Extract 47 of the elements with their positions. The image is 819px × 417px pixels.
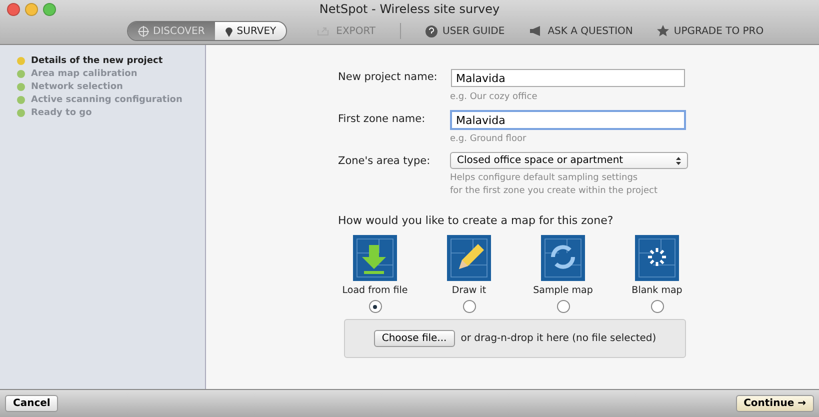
input-field[interactable]: Malavida — [450, 110, 686, 130]
radio-button[interactable] — [556, 300, 570, 313]
updown-icon — [676, 156, 681, 164]
input-field[interactable]: Malavida — [451, 69, 685, 87]
map-question: How would you like to create a map for this zone? — [338, 214, 614, 227]
cancel-button[interactable]: Cancel — [5, 395, 58, 412]
blueprint-load-icon — [353, 235, 397, 281]
pin-icon — [224, 26, 233, 36]
field-hint: e.g. Ground floor — [450, 133, 528, 146]
radio-button[interactable] — [650, 300, 664, 313]
radio-button[interactable] — [462, 300, 476, 313]
help-icon — [424, 24, 438, 38]
area-type-select[interactable]: Closed office space or apartment — [450, 152, 688, 169]
toolbar-button[interactable]: UPGRADE TO PRO — [656, 25, 764, 37]
step-label: Area map calibration — [31, 69, 138, 79]
field-label: First zone name: — [338, 112, 426, 127]
choose-file-button[interactable]: Choose file... — [374, 330, 455, 347]
option-label: Blank map — [632, 285, 682, 296]
step-label: Active scanning configuration — [31, 95, 182, 105]
option-label: Load from file — [342, 285, 408, 296]
step-label: Ready to go — [31, 108, 92, 118]
step-label: Details of the new project — [31, 56, 163, 66]
mode-tab[interactable]: SURVEY — [214, 22, 286, 40]
blueprint-draw-icon — [447, 235, 491, 281]
zoom-button[interactable] — [43, 3, 56, 16]
toolbar-button[interactable]: USER GUIDE — [424, 24, 505, 38]
continue-button[interactable]: Continue → — [736, 395, 814, 412]
window-title: NetSpot - Wireless site survey — [319, 2, 500, 16]
export-icon — [317, 26, 332, 36]
field-hint: Helps configure default sampling settings for the first zone you create within the project — [450, 172, 659, 198]
drop-text: or drag-n-drop it here (no file selected) — [460, 333, 656, 344]
crosshair-icon — [138, 26, 149, 36]
option-label: Sample map — [533, 285, 593, 296]
radio-button[interactable] — [368, 300, 382, 313]
drop-area[interactable]: Choose file... or drag-n-drop it here (no file selected) — [344, 319, 686, 358]
blueprint-blank-icon — [635, 235, 679, 281]
option-label: Draw it — [452, 285, 486, 296]
field-label: New project name: — [338, 70, 438, 85]
field-label: Zone's area type: — [338, 154, 432, 169]
blueprint-sample-icon — [541, 235, 585, 281]
step-label: Network selection — [31, 82, 123, 92]
megaphone-icon — [528, 25, 543, 37]
minimize-button[interactable] — [25, 3, 38, 16]
field-hint: e.g. Our cozy office — [450, 91, 538, 104]
close-button[interactable] — [7, 3, 20, 16]
toolbar-button[interactable]: ASK A QUESTION — [528, 25, 633, 37]
star-icon — [656, 25, 669, 37]
